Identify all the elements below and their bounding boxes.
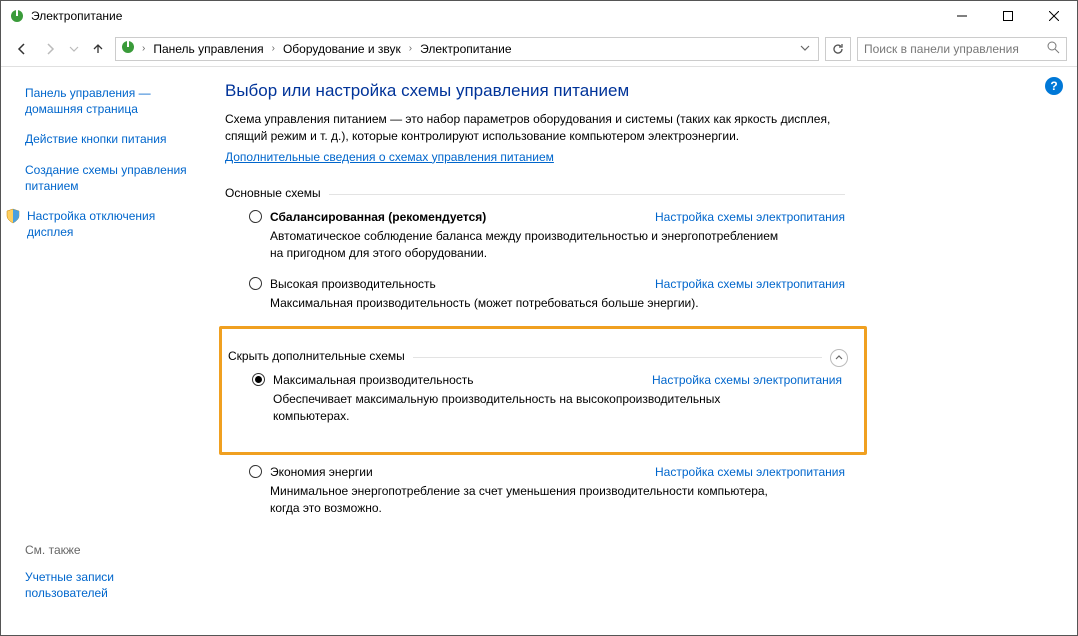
back-button[interactable] xyxy=(11,38,33,60)
power-options-icon xyxy=(120,39,136,58)
additional-schemes-label: Скрыть дополнительные схемы xyxy=(228,349,405,363)
up-button[interactable] xyxy=(87,38,109,60)
shield-icon xyxy=(5,208,21,224)
sidebar-user-accounts[interactable]: Учетные записи пользователей xyxy=(25,569,195,601)
search-input[interactable]: Поиск в панели управления xyxy=(857,37,1067,61)
chevron-right-icon[interactable]: › xyxy=(407,43,414,54)
page-heading: Выбор или настройка схемы управления пит… xyxy=(225,81,1047,101)
change-settings-link[interactable]: Настройка схемы электропитания xyxy=(655,465,845,479)
window-controls xyxy=(939,1,1077,31)
plan-desc: Обеспечивает максимальную производительн… xyxy=(273,391,783,426)
plan-ultimate: Максимальная производительность Настройк… xyxy=(222,373,842,426)
collapse-button[interactable] xyxy=(830,349,848,367)
nav-bar: › Панель управления › Оборудование и зву… xyxy=(1,31,1077,67)
plan-name[interactable]: Высокая производительность xyxy=(270,277,436,291)
chevron-right-icon[interactable]: › xyxy=(140,43,147,54)
sidebar-display-off[interactable]: Настройка отключения дисплея xyxy=(27,208,195,240)
page-description: Схема управления питанием — это набор па… xyxy=(225,111,845,146)
see-also-label: См. также xyxy=(25,543,195,557)
change-settings-link[interactable]: Настройка схемы электропитания xyxy=(655,277,845,291)
plan-name[interactable]: Максимальная производительность xyxy=(273,373,474,387)
recent-dropdown[interactable] xyxy=(67,38,81,60)
radio-ultimate[interactable] xyxy=(252,373,265,386)
radio-saver[interactable] xyxy=(249,465,262,478)
radio-high[interactable] xyxy=(249,277,262,290)
minimize-button[interactable] xyxy=(939,1,985,31)
address-bar[interactable]: › Панель управления › Оборудование и зву… xyxy=(115,37,819,61)
body: Панель управления — домашняя страница Де… xyxy=(1,67,1077,635)
window-title: Электропитание xyxy=(31,9,939,23)
plan-desc: Минимальное энергопотребление за счет ум… xyxy=(270,483,780,518)
content: ? Выбор или настройка схемы управления п… xyxy=(207,67,1077,635)
plan-name[interactable]: Экономия энергии xyxy=(270,465,373,479)
maximize-button[interactable] xyxy=(985,1,1031,31)
additional-schemes-box: Скрыть дополнительные схемы Максимальная… xyxy=(219,326,867,455)
forward-button[interactable] xyxy=(39,38,61,60)
divider xyxy=(413,357,822,358)
search-icon xyxy=(1047,41,1060,57)
title-bar: Электропитание xyxy=(1,1,1077,31)
refresh-button[interactable] xyxy=(825,37,851,61)
plan-name[interactable]: Сбалансированная (рекомендуется) xyxy=(270,210,486,224)
divider xyxy=(329,194,845,195)
sidebar: Панель управления — домашняя страница Де… xyxy=(1,67,207,635)
help-icon[interactable]: ? xyxy=(1045,77,1063,95)
breadcrumb-page[interactable]: Электропитание xyxy=(418,42,513,56)
close-button[interactable] xyxy=(1031,1,1077,31)
address-dropdown[interactable] xyxy=(796,42,814,56)
sidebar-create-plan[interactable]: Создание схемы управления питанием xyxy=(25,162,195,194)
plan-saver: Экономия энергии Настройка схемы электро… xyxy=(225,465,845,518)
plan-high: Высокая производительность Настройка схе… xyxy=(225,277,845,312)
radio-balanced[interactable] xyxy=(249,210,262,223)
change-settings-link[interactable]: Настройка схемы электропитания xyxy=(652,373,842,387)
sidebar-home[interactable]: Панель управления — домашняя страница xyxy=(25,85,195,117)
change-settings-link[interactable]: Настройка схемы электропитания xyxy=(655,210,845,224)
breadcrumb-root[interactable]: Панель управления xyxy=(151,42,265,56)
sidebar-button-action[interactable]: Действие кнопки питания xyxy=(25,131,195,147)
search-placeholder: Поиск в панели управления xyxy=(864,42,1019,56)
power-options-icon xyxy=(9,8,25,24)
plan-desc: Автоматическое соблюдение баланса между … xyxy=(270,228,780,263)
learn-more-link[interactable]: Дополнительные сведения о схемах управле… xyxy=(225,150,554,164)
breadcrumb-category[interactable]: Оборудование и звук xyxy=(281,42,403,56)
plan-balanced: Сбалансированная (рекомендуется) Настрой… xyxy=(225,210,845,263)
plan-desc: Максимальная производительность (может п… xyxy=(270,295,780,312)
chevron-right-icon[interactable]: › xyxy=(270,43,277,54)
basic-schemes-label: Основные схемы xyxy=(225,186,321,200)
sidebar-bottom: См. также Учетные записи пользователей xyxy=(25,543,195,623)
